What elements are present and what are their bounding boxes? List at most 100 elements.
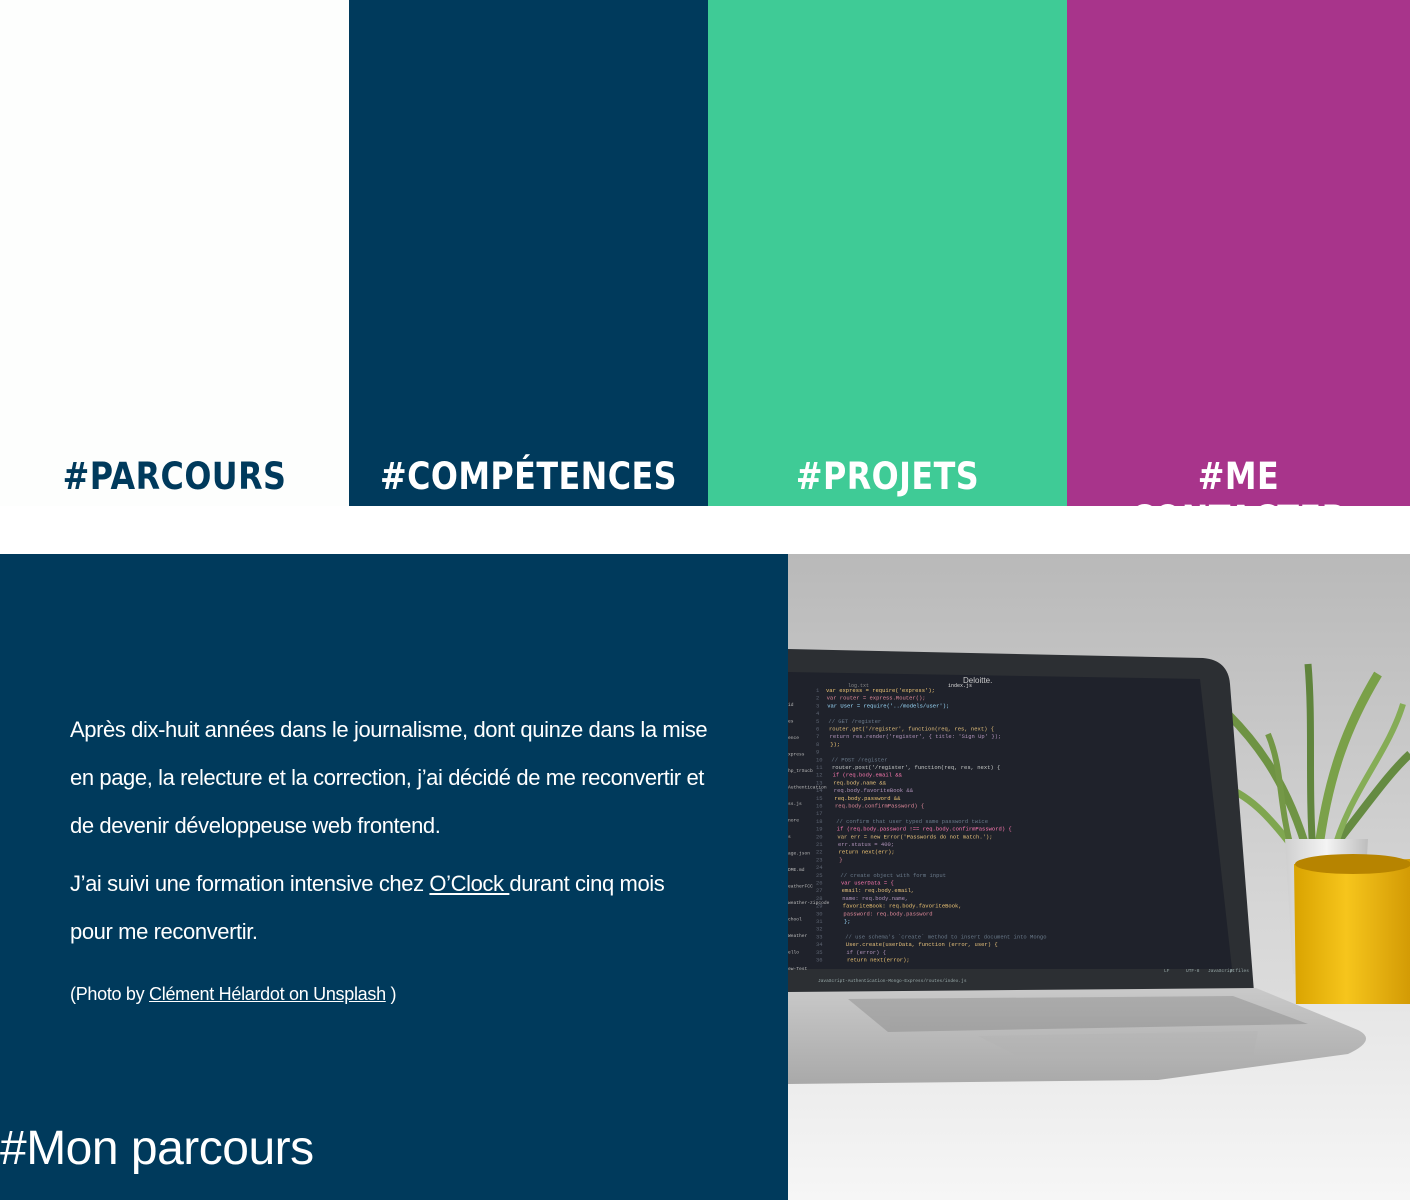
code-line: favoriteBook: req.body.favoriteBook, <box>843 903 962 910</box>
photo-credit-link[interactable]: Clément Hélardot on Unsplash <box>149 984 386 1004</box>
code-line: User.create(userData, function (error, u… <box>846 941 998 948</box>
code-line-number: 5 <box>816 718 819 725</box>
laptop-photo-illustration: Deloitte. log.txt index.js 1 var express … <box>788 554 1410 1200</box>
code-line-number: 9 <box>816 749 819 756</box>
nav-label-competences: #COMPÉTENCES <box>379 455 678 498</box>
section-title: #Mon parcours <box>0 1122 314 1175</box>
code-line-number: 32 <box>816 926 823 933</box>
sidebar-file: es <box>788 720 794 725</box>
code-line: name: req.body.name, <box>842 895 908 902</box>
code-line-number: 36 <box>816 957 823 964</box>
sidebar-file: Weather <box>788 933 808 939</box>
sidebar-file: s <box>788 835 791 840</box>
code-line: password: req.body.password <box>843 910 932 917</box>
code-line: // use schema's `create` method to inser… <box>845 933 1046 940</box>
code-line: req.body.confirmPassword) { <box>835 803 924 810</box>
code-line: } <box>839 856 842 863</box>
code-line-number: 30 <box>816 910 823 917</box>
top-navigation: #PARCOURS #COMPÉTENCES #PROJETS #ME CONT… <box>0 0 1410 541</box>
code-line: var express = require('express'); <box>826 687 935 694</box>
code-line-number: 26 <box>816 880 823 887</box>
sidebar-file: hp_trSucb <box>788 768 813 774</box>
sidebar-file: ence <box>788 736 799 741</box>
photo-credit: (Photo by Clément Hélardot on Unsplash ) <box>70 970 710 1018</box>
sidebar-file: xpress <box>788 753 805 758</box>
sidebar-file: nore <box>788 819 799 824</box>
code-line-number: 21 <box>816 841 823 848</box>
code-line: return next(error); <box>847 957 910 964</box>
nav-label-contact: #ME CONTACTER <box>1130 455 1347 541</box>
code-line: }; <box>844 918 851 925</box>
code-line-number: 34 <box>816 941 823 948</box>
sidebar-file: id <box>788 702 794 708</box>
sidebar-file: weather-zipcode <box>788 900 830 906</box>
laptop-photo: Deloitte. log.txt index.js 1 var express … <box>788 554 1410 1200</box>
nav-tile-competences[interactable]: #COMPÉTENCES <box>349 0 708 506</box>
screen-status-path: JavaScript-Authentication-Mongo-Express/… <box>818 978 967 984</box>
parcours-paragraph-2-start: J’ai suivi une formation intensive chez <box>70 871 430 896</box>
code-line: var err = new Error('Passwords do not ma… <box>837 833 992 840</box>
code-line-number: 11 <box>816 764 823 771</box>
code-line: err.status = 400; <box>838 841 894 848</box>
code-line-number: 16 <box>816 803 823 810</box>
photo-credit-start: (Photo by <box>70 984 150 1004</box>
sidebar-file: ello <box>788 950 799 956</box>
code-line-number: 18 <box>816 818 823 825</box>
code-line: router.get('/register', function(req, re… <box>829 726 994 733</box>
code-line-number: 19 <box>816 826 823 833</box>
sidebar-file: age.json <box>788 851 810 857</box>
code-line: var router = express.Router(); <box>827 695 926 702</box>
nav-tile-parcours[interactable]: #PARCOURS <box>0 0 349 506</box>
code-line: // confirm that user typed same password… <box>836 818 988 825</box>
oclock-link[interactable]: O’Clock <box>429 871 509 896</box>
status-item: LF <box>1164 968 1170 974</box>
code-line: router.post('/register', function(req, r… <box>832 764 1000 771</box>
sidebar-file: eatherFCC <box>788 884 813 890</box>
code-line: // GET /register <box>828 718 881 725</box>
sidebar-file: Authentication <box>788 785 827 791</box>
sidebar-file: chool <box>788 917 802 923</box>
parcours-text: Après dix-huit années dans le journalism… <box>70 706 710 1028</box>
code-line-number: 22 <box>816 849 823 856</box>
code-line: return next(err); <box>839 849 895 856</box>
code-line: var userData = { <box>841 880 894 887</box>
code-line: var User = require('../models/user'); <box>827 702 949 709</box>
parcours-text-panel: Après dix-huit années dans le journalism… <box>0 554 788 1200</box>
screen-tab-2: index.js <box>948 683 972 689</box>
code-line-number: 12 <box>816 772 823 779</box>
code-line: // create object with form input <box>840 872 946 879</box>
code-line: email: req.body.email, <box>842 887 915 894</box>
code-line: if (error) { <box>846 949 886 956</box>
code-line-number: 3 <box>816 702 819 709</box>
nav-tile-contact[interactable]: #ME CONTACTER <box>1067 0 1410 541</box>
nav-label-parcours: #PARCOURS <box>62 455 287 498</box>
code-line: req.body.name && <box>833 779 887 786</box>
yellow-mug <box>1294 859 1410 1024</box>
parcours-paragraph-2: J’ai suivi une formation intensive chez … <box>70 860 710 956</box>
code-line: return res.render('register', { title: '… <box>830 733 1002 740</box>
sidebar-file: ss.js <box>788 801 802 807</box>
code-line-number: 10 <box>816 756 823 763</box>
status-item: 0 files <box>1230 968 1249 974</box>
code-line-number: 15 <box>816 795 823 802</box>
code-line-number: 33 <box>816 933 823 940</box>
nav-tile-projets[interactable]: #PROJETS <box>708 0 1067 506</box>
code-line-number: 23 <box>816 856 823 863</box>
code-line-number: 6 <box>816 726 819 733</box>
code-line-number: 25 <box>816 872 823 879</box>
code-line: if (req.body.email && <box>833 772 903 779</box>
code-line-number: 24 <box>816 864 823 871</box>
sidebar-file: DME.md <box>788 867 805 873</box>
code-line-number: 20 <box>816 833 823 840</box>
parcours-section: Après dix-huit années dans le journalism… <box>0 554 1410 1200</box>
code-line: if (req.body.password !== req.body.confi… <box>837 826 1012 833</box>
code-line-number: 2 <box>816 695 819 702</box>
code-line: }); <box>830 741 840 748</box>
code-line: req.body.favoriteBook && <box>834 787 914 794</box>
code-line-number: 35 <box>816 949 823 956</box>
code-line-number: 7 <box>816 733 819 740</box>
code-line-number: 31 <box>816 918 823 925</box>
photo-credit-end: ) <box>385 984 397 1004</box>
nav-label-projets: #PROJETS <box>795 455 980 498</box>
code-line-number: 17 <box>816 810 823 817</box>
